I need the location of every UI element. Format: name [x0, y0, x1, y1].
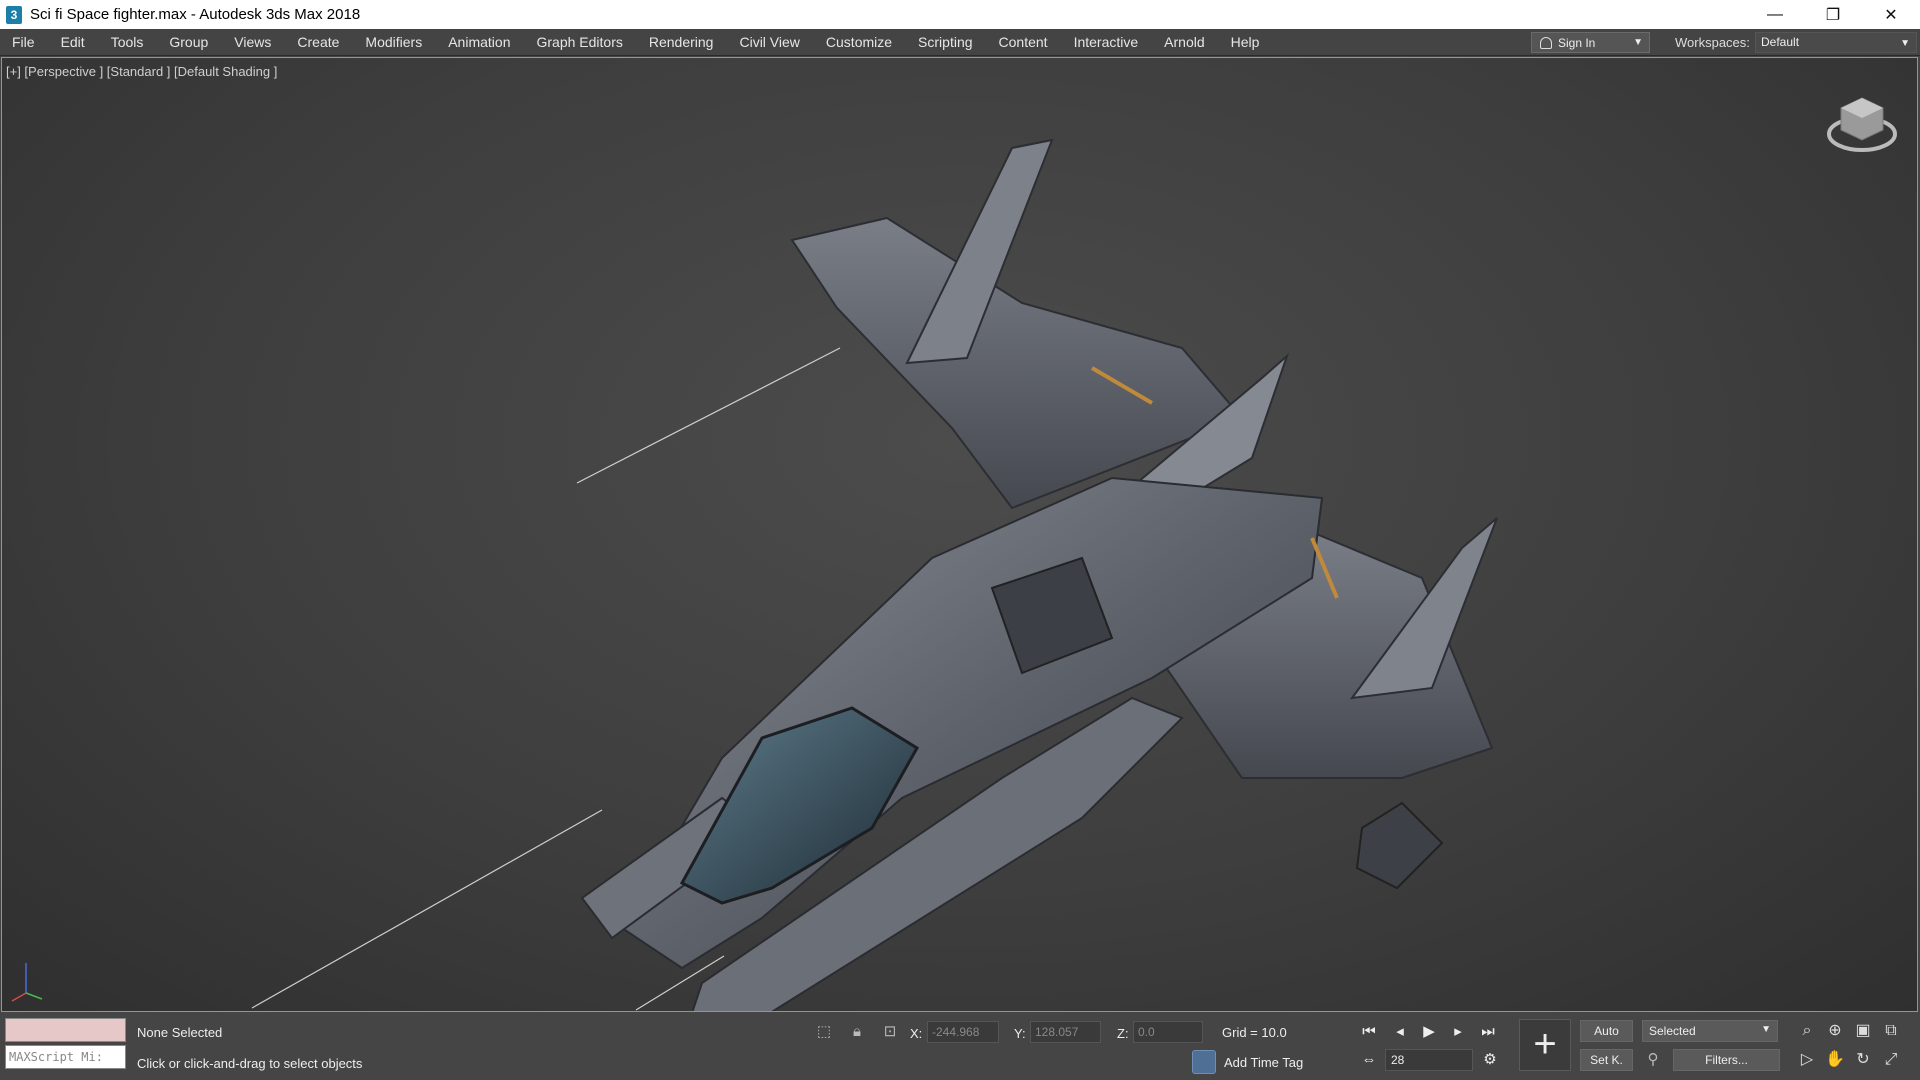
- auto-key-button[interactable]: Auto: [1580, 1020, 1633, 1042]
- zoom-icon[interactable]: ⌕: [1796, 1020, 1818, 1042]
- status-bar: MAXScript Mi: None Selected Click or cli…: [0, 1012, 1920, 1080]
- menu-edit[interactable]: Edit: [48, 29, 98, 56]
- viewcube-icon[interactable]: [1825, 88, 1899, 162]
- maxscript-mini-listener[interactable]: MAXScript Mi:: [5, 1045, 126, 1069]
- landing-gear: [1355, 801, 1444, 890]
- chevron-down-icon: ▼: [1900, 38, 1910, 49]
- sign-in-label: Sign In: [1558, 35, 1596, 50]
- orbit-icon[interactable]: ↻: [1852, 1049, 1874, 1071]
- menu-animation[interactable]: Animation: [435, 29, 523, 56]
- time-configuration-icon[interactable]: ⚙: [1478, 1048, 1502, 1072]
- workspace-select[interactable]: Default ▼: [1755, 32, 1917, 53]
- restore-button[interactable]: ❐: [1804, 0, 1862, 29]
- absolute-mode-icon[interactable]: ⊡: [880, 1022, 900, 1042]
- menu-interactive[interactable]: Interactive: [1061, 29, 1152, 56]
- zoom-all-icon[interactable]: ⊕: [1824, 1020, 1846, 1042]
- y-coordinate-field[interactable]: 128.057: [1030, 1021, 1101, 1043]
- menu-views[interactable]: Views: [221, 29, 284, 56]
- minimize-button[interactable]: —: [1746, 0, 1804, 29]
- window-title: Sci fi Space fighter.max - Autodesk 3ds …: [30, 6, 361, 23]
- menu-group[interactable]: Group: [156, 29, 221, 56]
- prompt-line: Click or click-and-drag to select object…: [137, 1056, 363, 1071]
- menu-civil-view[interactable]: Civil View: [726, 29, 812, 56]
- create-key-icon[interactable]: +: [1519, 1019, 1571, 1071]
- menu-bar: File Edit Tools Group Views Create Modif…: [0, 29, 1920, 56]
- menu-customize[interactable]: Customize: [813, 29, 905, 56]
- close-button[interactable]: ✕: [1862, 0, 1920, 29]
- menu-scripting[interactable]: Scripting: [905, 29, 985, 56]
- antenna-line: [576, 347, 841, 484]
- key-mode-icon[interactable]: ⚲: [1643, 1050, 1663, 1070]
- workspaces-label: Workspaces:: [1675, 35, 1750, 50]
- key-filters-button[interactable]: Filters...: [1673, 1049, 1780, 1071]
- pan-hand-icon[interactable]: ✋: [1824, 1049, 1846, 1071]
- z-label: Z:: [1117, 1026, 1129, 1041]
- current-frame-field[interactable]: 28: [1385, 1049, 1473, 1071]
- go-to-start-icon[interactable]: ⏮: [1357, 1020, 1381, 1044]
- zoom-extents-all-icon[interactable]: ⧉: [1880, 1020, 1902, 1042]
- x-label: X:: [910, 1026, 923, 1041]
- field-of-view-icon[interactable]: ▷: [1796, 1049, 1818, 1071]
- z-coordinate-field[interactable]: 0.0: [1133, 1021, 1203, 1043]
- previous-frame-icon[interactable]: ◂: [1388, 1020, 1412, 1044]
- zoom-extents-icon[interactable]: ▣: [1852, 1020, 1874, 1042]
- menu-file[interactable]: File: [0, 29, 48, 56]
- set-key-button[interactable]: Set K.: [1580, 1049, 1633, 1071]
- time-tag-icon: [1192, 1050, 1216, 1074]
- spaceship-model[interactable]: [2, 58, 1918, 1012]
- maxscript-listener-output[interactable]: [5, 1018, 126, 1042]
- next-frame-icon[interactable]: ▸: [1446, 1020, 1470, 1044]
- go-to-end-icon[interactable]: ⏭: [1476, 1020, 1500, 1044]
- isolate-selection-icon[interactable]: ⬚: [814, 1022, 834, 1042]
- menu-rendering[interactable]: Rendering: [636, 29, 727, 56]
- antenna-line: [251, 809, 603, 1009]
- key-filter-dropdown[interactable]: Selected ▼: [1642, 1020, 1778, 1042]
- time-config-arrows-icon[interactable]: ⇔: [1357, 1048, 1381, 1072]
- user-icon: [1540, 36, 1552, 49]
- chevron-down-icon: ▼: [1761, 1024, 1771, 1035]
- workspace-value: Default: [1761, 35, 1800, 49]
- 3dsmax-app-icon[interactable]: 3: [6, 5, 22, 24]
- add-time-tag-label: Add Time Tag: [1224, 1054, 1304, 1070]
- key-filter-value: Selected: [1649, 1024, 1696, 1038]
- menu-help[interactable]: Help: [1218, 29, 1273, 56]
- menu-arnold[interactable]: Arnold: [1151, 29, 1217, 56]
- x-coordinate-field[interactable]: -244.968: [927, 1021, 999, 1043]
- menu-modifiers[interactable]: Modifiers: [352, 29, 435, 56]
- play-icon[interactable]: ▶: [1417, 1020, 1441, 1044]
- sign-in-dropdown[interactable]: Sign In ▼: [1531, 32, 1650, 53]
- perspective-viewport[interactable]: [+] [Perspective ] [Standard ] [Default …: [1, 57, 1918, 1012]
- selection-status: None Selected: [137, 1025, 223, 1040]
- chevron-down-icon: ▼: [1633, 37, 1643, 48]
- grid-size: Grid = 10.0: [1222, 1025, 1287, 1040]
- title-bar: 3 Sci fi Space fighter.max - Autodesk 3d…: [0, 0, 1920, 29]
- lock-selection-icon[interactable]: 🔒︎: [847, 1022, 867, 1042]
- add-time-tag-button[interactable]: Add Time Tag: [1192, 1050, 1303, 1074]
- menu-graph-editors[interactable]: Graph Editors: [523, 29, 635, 56]
- menu-content[interactable]: Content: [986, 29, 1061, 56]
- menu-create[interactable]: Create: [284, 29, 352, 56]
- maximize-viewport-icon[interactable]: ⤢: [1880, 1049, 1902, 1071]
- axis-tripod-icon: [11, 963, 43, 1002]
- menu-tools[interactable]: Tools: [98, 29, 157, 56]
- y-label: Y:: [1014, 1026, 1026, 1041]
